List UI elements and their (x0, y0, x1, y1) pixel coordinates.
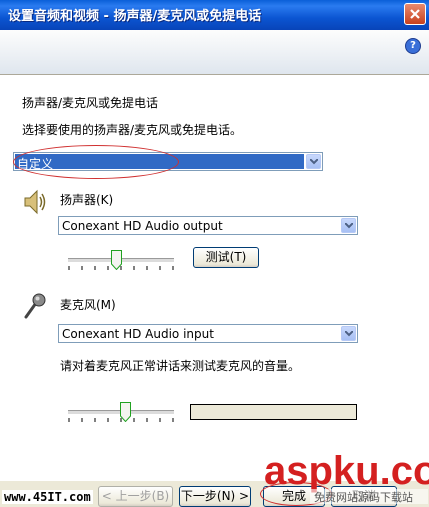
microphone-hint: 请对着麦克风正常讲话来测试麦克风的音量。 (60, 359, 301, 373)
watermark-logo-text: aspku.com (264, 449, 429, 493)
content-panel: 扬声器/麦克风或免提电话 选择要使用的扬声器/麦克风或免提电话。 自定义 扬声器… (0, 75, 429, 480)
annotation-ellipse (13, 145, 179, 179)
window-title: 设置音频和视频 - 扬声器/麦克风或免提电话 (8, 9, 262, 24)
watermark-caption: 免费网站源码下载站 (314, 490, 413, 504)
title-bar: 设置音频和视频 - 扬声器/麦克风或免提电话 (0, 0, 429, 30)
header-banner: ? (0, 30, 429, 75)
speaker-device-value: Conexant HD Audio output (62, 219, 223, 233)
speaker-label: 扬声器(K) (60, 193, 114, 207)
microphone-label: 麦克风(M) (60, 298, 116, 312)
back-button[interactable]: < 上一步(B) (98, 486, 173, 507)
microphone-volume-slider[interactable] (68, 402, 174, 428)
microphone-level-meter (190, 404, 357, 420)
close-button[interactable] (404, 3, 426, 25)
microphone-icon (24, 293, 46, 319)
close-icon (410, 9, 420, 19)
speaker-device-select[interactable]: Conexant HD Audio output (58, 216, 358, 235)
next-button[interactable]: 下一步(N) > (179, 486, 251, 507)
microphone-device-value: Conexant HD Audio input (62, 327, 214, 341)
watermark-45it: www.45IT.com (2, 490, 93, 504)
speaker-volume-slider[interactable] (68, 250, 174, 276)
slider-thumb[interactable] (120, 402, 131, 422)
help-icon[interactable]: ? (405, 38, 421, 54)
speaker-icon (24, 189, 46, 215)
speaker-dropdown-arrow[interactable] (341, 218, 356, 233)
test-button[interactable]: 测试(T) (193, 247, 259, 268)
watermark-aspku-logo: aspku.com 免费网站源码下载站 (264, 449, 429, 504)
microphone-device-select[interactable]: Conexant HD Audio input (58, 324, 358, 343)
preset-dropdown-arrow[interactable] (306, 154, 321, 169)
page-heading: 扬声器/麦克风或免提电话 (22, 96, 159, 110)
chevron-down-icon (310, 159, 318, 165)
slider-thumb[interactable] (111, 250, 122, 270)
chevron-down-icon (345, 331, 353, 337)
microphone-dropdown-arrow[interactable] (341, 326, 356, 341)
chevron-down-icon (345, 223, 353, 229)
instruction-text: 选择要使用的扬声器/麦克风或免提电话。 (22, 123, 243, 137)
